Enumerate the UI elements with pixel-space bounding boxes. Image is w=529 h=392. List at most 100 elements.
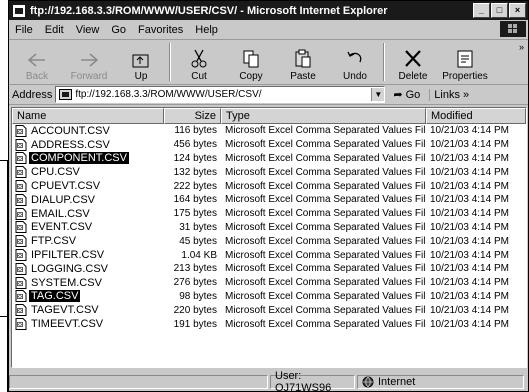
file-type: Microsoft Excel Comma Separated Values F… (225, 290, 426, 302)
file-size: 456 bytes (173, 139, 217, 151)
file-type: Microsoft Excel Comma Separated Values F… (225, 166, 426, 178)
cut-button[interactable]: Cut (173, 40, 225, 84)
forward-arrow-icon (81, 53, 99, 67)
forward-label: Forward (70, 71, 108, 82)
file-modified: 10/21/03 4:14 PM (430, 194, 509, 206)
file-name-cell: TAGEVT.CSV (12, 304, 164, 317)
column-header-size[interactable]: Size (164, 108, 221, 124)
close-button[interactable]: × (509, 3, 526, 18)
back-label: Back (25, 71, 49, 82)
status-zone-label: Internet (378, 376, 416, 388)
file-row[interactable]: COMPONENT.CSV 124 bytes Microsoft Excel Co… (12, 152, 526, 166)
file-name-cell: COMPONENT.CSV (12, 152, 164, 165)
forward-button[interactable]: Forward (63, 40, 115, 84)
column-header-name[interactable]: Name (12, 108, 164, 124)
file-name-cell: TIMEEVT.CSV (12, 318, 164, 331)
csv-file-icon (15, 318, 27, 331)
menu-file[interactable]: File (9, 24, 39, 36)
file-row[interactable]: EMAIL.CSV 175 bytes Microsoft Excel Comma … (12, 207, 526, 221)
file-name: TAG.CSV (29, 290, 81, 303)
file-modified: 10/21/03 4:14 PM (430, 249, 509, 261)
menu-bar: File Edit View Go Favorites Help (9, 20, 528, 40)
file-row[interactable]: CPUEVT.CSV 222 bytes Microsoft Excel Comma… (12, 179, 526, 193)
file-row[interactable]: DIALUP.CSV 164 bytes Microsoft Excel Comma… (12, 193, 526, 207)
address-input[interactable]: ftp://192.168.3.3/ROM/WWW/USER/CSV/ ▼ (55, 86, 386, 103)
file-modified: 10/21/03 4:14 PM (430, 166, 509, 178)
column-header-type[interactable]: Type (221, 108, 426, 124)
go-label: Go (405, 88, 421, 101)
toolbar-more-icon[interactable]: » (519, 42, 524, 52)
csv-file-icon (15, 180, 27, 193)
csv-file-icon (15, 290, 27, 303)
status-user: User: QJ71WS96 (270, 370, 355, 391)
browser-window: ftp://192.168.3.3/ROM/WWW/USER/CSV/ - Mi… (8, 0, 529, 392)
csv-file-icon (15, 304, 27, 317)
up-button[interactable]: Up (115, 40, 167, 84)
properties-label: Properties (442, 71, 488, 82)
file-type: Microsoft Excel Comma Separated Values F… (225, 208, 426, 220)
delete-button[interactable]: Delete (387, 40, 439, 84)
file-type: Microsoft Excel Comma Separated Values F… (225, 139, 426, 151)
file-size: 220 bytes (173, 304, 217, 316)
file-size: 124 bytes (173, 152, 217, 164)
csv-file-icon (15, 152, 27, 165)
file-list-header: Name Size Type Modified (12, 108, 526, 124)
menu-favorites[interactable]: Favorites (132, 24, 189, 36)
file-name-cell: EMAIL.CSV (12, 207, 164, 220)
links-button[interactable]: Links » (429, 88, 469, 101)
address-dropdown-icon[interactable]: ▼ (371, 88, 385, 101)
file-row[interactable]: CPU.CSV 132 bytes Microsoft Excel Comma Se… (12, 165, 526, 179)
minimize-button[interactable]: _ (473, 3, 490, 18)
file-rows: ACCOUNT.CSV 116 bytes Microsoft Excel Comm… (12, 124, 526, 331)
copy-icon (243, 50, 259, 68)
file-size: 116 bytes (174, 125, 217, 137)
file-size: 276 bytes (173, 277, 217, 289)
address-value: ftp://192.168.3.3/ROM/WWW/USER/CSV/ (75, 89, 262, 100)
maximize-button[interactable]: □ (491, 3, 508, 18)
internet-globe-icon (362, 376, 374, 388)
status-zone: Internet (357, 375, 524, 389)
file-name-cell: ACCOUNT.CSV (12, 124, 164, 137)
file-row[interactable]: ADDRESS.CSV 456 bytes Microsoft Excel Comm… (12, 138, 526, 152)
csv-file-icon (15, 124, 27, 137)
file-row[interactable]: EVENT.CSV 31 bytes Microsoft Excel Comma S… (12, 221, 526, 235)
file-name-cell: TAG.CSV (12, 290, 164, 303)
file-row[interactable]: LOGGING.CSV 213 bytes Microsoft Excel Comm… (12, 262, 526, 276)
properties-button[interactable]: Properties (439, 40, 491, 84)
file-row[interactable]: FTP.CSV 45 bytes Microsoft Excel Comma Sep… (12, 234, 526, 248)
file-type: Microsoft Excel Comma Separated Values F… (225, 221, 426, 233)
undo-icon (347, 51, 362, 63)
file-name-cell: EVENT.CSV (12, 221, 164, 234)
file-modified: 10/21/03 4:14 PM (430, 277, 509, 289)
csv-file-icon (15, 207, 27, 220)
paste-icon (295, 49, 311, 68)
file-row[interactable]: ACCOUNT.CSV 116 bytes Microsoft Excel Comm… (12, 124, 526, 138)
file-name: ADDRESS.CSV (31, 138, 110, 151)
file-list: Name Size Type Modified ACCOUNT.CSV 116 b… (11, 107, 527, 368)
file-type: Microsoft Excel Comma Separated Values F… (225, 235, 426, 247)
links-label: Links (434, 88, 460, 101)
file-name-cell: ADDRESS.CSV (12, 138, 164, 151)
address-bar: Address ftp://192.168.3.3/ROM/WWW/USER/C… (9, 85, 528, 105)
paste-button[interactable]: Paste (277, 40, 329, 84)
file-row[interactable]: IPFILTER.CSV 1.04 KB Microsoft Excel Comma… (12, 248, 526, 262)
file-row[interactable]: TAG.CSV 98 bytes Microsoft Excel Comma Sep… (12, 290, 526, 304)
file-name: EMAIL.CSV (31, 207, 90, 220)
file-row[interactable]: TIMEEVT.CSV 191 bytes Microsoft Excel Comm… (12, 317, 526, 331)
go-button[interactable]: ➦ Go (393, 88, 421, 102)
menu-view[interactable]: View (70, 24, 106, 36)
menu-go[interactable]: Go (105, 24, 132, 36)
file-row[interactable]: SYSTEM.CSV 276 bytes Microsoft Excel Comma… (12, 276, 526, 290)
file-row[interactable]: TAGEVT.CSV 220 bytes Microsoft Excel Comma… (12, 303, 526, 317)
csv-file-icon (15, 138, 27, 151)
title-bar[interactable]: ftp://192.168.3.3/ROM/WWW/USER/CSV/ - Mi… (9, 1, 528, 20)
menu-help[interactable]: Help (189, 24, 224, 36)
column-header-modified[interactable]: Modified (426, 108, 526, 124)
back-button[interactable]: Back (11, 40, 63, 84)
file-type: Microsoft Excel Comma Separated Values F… (225, 125, 426, 137)
file-size: 164 bytes (173, 194, 217, 206)
undo-button[interactable]: Undo (329, 40, 381, 84)
menu-edit[interactable]: Edit (39, 24, 70, 36)
copy-button[interactable]: Copy (225, 40, 277, 84)
file-type: Microsoft Excel Comma Separated Values F… (225, 263, 426, 275)
